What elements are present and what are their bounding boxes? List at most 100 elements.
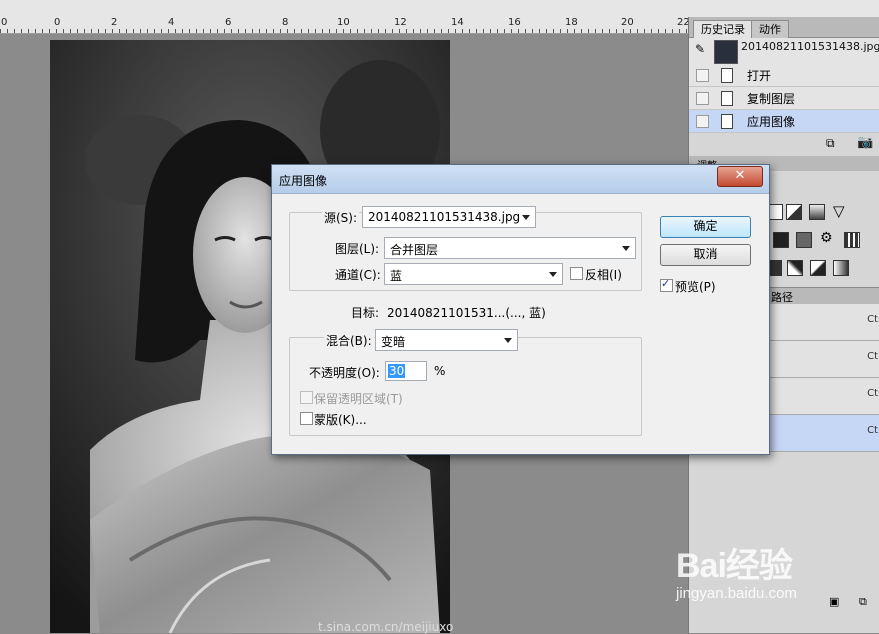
ruler-tick <box>455 29 456 33</box>
ruler-tick <box>553 29 554 33</box>
chevron-down-icon <box>522 215 530 220</box>
ruler-tick <box>385 29 386 33</box>
mask-icon[interactable]: ▣ <box>829 595 839 608</box>
ruler-tick <box>42 29 43 33</box>
ruler-tick <box>21 29 22 33</box>
ruler-tick <box>357 29 358 33</box>
tab-history[interactable]: 历史记录 <box>693 20 753 38</box>
ruler-tick <box>665 29 666 33</box>
gradient-map-icon[interactable] <box>833 260 849 276</box>
ruler-tick <box>420 29 421 33</box>
tab-paths[interactable]: 路径 <box>771 289 793 305</box>
ruler-tick <box>273 29 274 33</box>
ruler-tick <box>315 29 316 33</box>
ruler-tick <box>210 29 211 33</box>
history-item-label: 复制图层 <box>747 92 796 106</box>
ruler-tick <box>154 29 155 33</box>
source-value: 20140821101531438.jpg <box>368 210 521 224</box>
history-item-apply-image[interactable]: 应用图像 <box>689 110 879 133</box>
ruler-tick <box>0 29 1 33</box>
channel-mixer-icon[interactable]: ⚙ <box>820 230 833 246</box>
ruler-tick <box>581 29 582 33</box>
history-state-checkbox[interactable] <box>696 115 709 128</box>
ruler-tick <box>525 29 526 33</box>
history-state-checkbox[interactable] <box>696 69 709 82</box>
ruler-tick <box>63 29 64 33</box>
ruler-tick <box>623 29 624 33</box>
tab-actions[interactable]: 动作 <box>751 20 789 38</box>
source-label: 源(S): <box>322 209 360 226</box>
ruler-tick <box>672 29 673 33</box>
history-item-duplicate-layer[interactable]: 复制图层 <box>689 87 879 110</box>
color-balance-icon[interactable] <box>773 232 789 248</box>
camera-icon[interactable]: 📷 <box>857 135 873 150</box>
ruler-tick <box>77 29 78 33</box>
ok-button[interactable]: 确定 <box>660 216 751 238</box>
ruler-tick <box>294 29 295 33</box>
history-item-open[interactable]: 打开 <box>689 64 879 87</box>
channel-select[interactable]: 蓝 <box>384 263 563 285</box>
ruler-tick <box>343 29 344 33</box>
ruler-tick <box>224 29 225 33</box>
ruler-tick <box>140 29 141 33</box>
grid-icon[interactable] <box>844 232 860 248</box>
document-icon <box>721 91 733 106</box>
ruler-label: 18 <box>565 17 578 28</box>
ruler-tick <box>182 29 183 33</box>
ruler-tick <box>175 29 176 33</box>
ruler-tick <box>637 29 638 33</box>
exposure-icon[interactable] <box>809 204 825 220</box>
ruler-tick <box>119 29 120 33</box>
ruler-tick <box>189 29 190 33</box>
opacity-label: 不透明度(O): <box>309 366 380 380</box>
ruler-tick <box>252 29 253 33</box>
ruler-tick <box>49 29 50 33</box>
posterize-icon[interactable] <box>787 260 803 276</box>
invert-checkbox[interactable] <box>570 267 583 280</box>
preserve-transparency-checkbox[interactable] <box>300 391 313 404</box>
ruler-tick <box>546 29 547 33</box>
apply-image-dialog: 应用图像 ✕ 源(S): 20140821101531438.jpg 图层(L)… <box>271 164 770 455</box>
chevron-down-icon <box>622 246 630 251</box>
history-state-checkbox[interactable] <box>696 92 709 105</box>
opacity-input[interactable]: 30 <box>385 361 427 381</box>
ruler-tick <box>476 29 477 33</box>
ruler-tick <box>679 29 680 33</box>
ruler-tick <box>14 29 15 33</box>
source-select[interactable]: 20140821101531438.jpg <box>362 206 536 228</box>
mask-checkbox[interactable] <box>300 412 313 425</box>
ruler-tick <box>686 29 687 33</box>
preview-checkbox[interactable] <box>660 277 673 292</box>
ruler-tick <box>651 29 652 33</box>
ruler-tick <box>609 29 610 33</box>
new-path-icon[interactable]: ⧉ <box>859 595 867 609</box>
ruler-tick <box>483 29 484 33</box>
layer-select[interactable]: 合并图层 <box>384 237 636 259</box>
dialog-titlebar[interactable]: 应用图像 ✕ <box>272 165 769 194</box>
baidu-watermark: Bai经验 jingyan.baidu.com <box>676 538 797 602</box>
watermark-url: jingyan.baidu.com <box>676 585 797 602</box>
panel-tab-bar: 历史记录 动作 <box>689 17 879 38</box>
ruler-tick <box>70 29 71 33</box>
ruler-tick <box>504 29 505 33</box>
triangle-icon[interactable]: ▽ <box>833 202 845 220</box>
ruler-tick <box>308 29 309 33</box>
chevron-down-icon <box>549 272 557 277</box>
cancel-button[interactable]: 取消 <box>660 244 751 266</box>
ruler-tick <box>266 29 267 33</box>
ruler-label: 0 <box>54 17 61 28</box>
blend-select[interactable]: 变暗 <box>375 329 518 351</box>
camera-filter-icon[interactable] <box>796 232 812 248</box>
threshold-icon[interactable] <box>810 260 826 276</box>
ruler-tick <box>350 29 351 33</box>
ruler-tick <box>371 29 372 33</box>
target-value: 20140821101531...(..., 蓝) <box>387 306 546 320</box>
history-item-label: 打开 <box>747 69 772 83</box>
curves-icon[interactable] <box>786 204 802 220</box>
new-document-icon[interactable]: ⧉ <box>826 136 835 151</box>
close-button[interactable]: ✕ <box>717 166 763 187</box>
ruler-tick <box>532 29 533 33</box>
opacity-value: 30 <box>388 364 406 378</box>
ruler-tick <box>231 29 232 33</box>
layer-label: 图层(L): <box>335 242 380 256</box>
